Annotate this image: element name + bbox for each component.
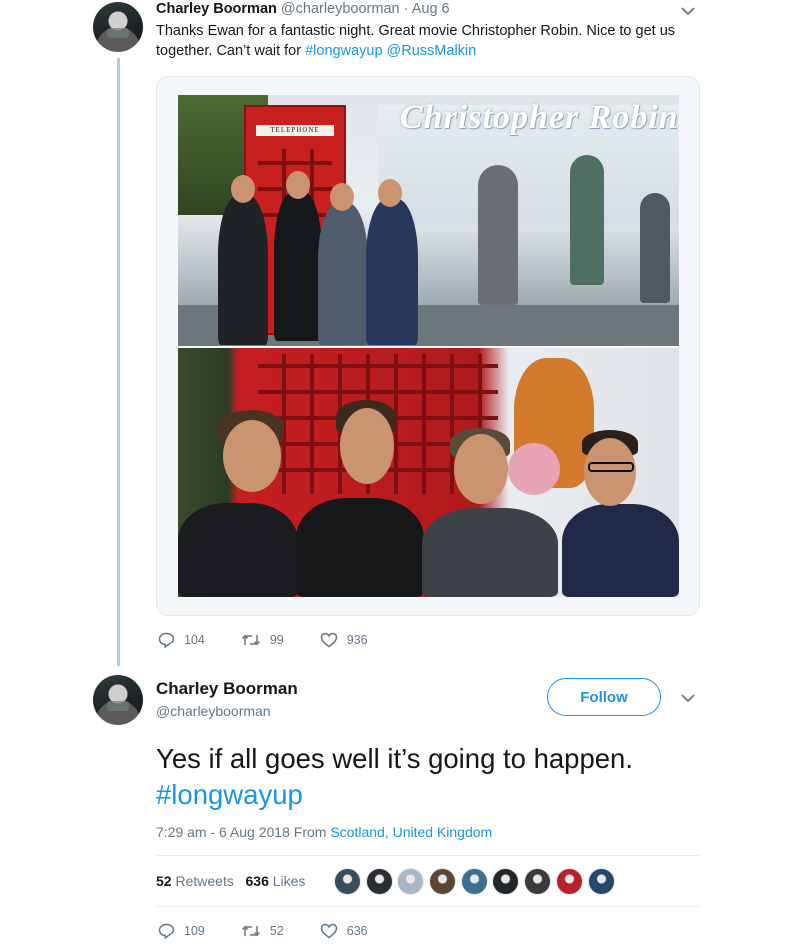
liker-avatar[interactable]	[492, 868, 520, 895]
like-count: 936	[346, 633, 368, 647]
tweet-timestamp: 7:29 am - 6 Aug 2018 From Scotland, Unit…	[156, 824, 492, 840]
divider	[156, 906, 700, 907]
retweets-stat-count: 52	[156, 873, 172, 889]
author-name[interactable]: Charley Boorman	[156, 679, 298, 699]
reply-icon	[158, 923, 175, 939]
retweet-button[interactable]: 52	[241, 924, 284, 938]
tweet-time[interactable]: 7:29 am - 6 Aug 2018	[156, 824, 290, 840]
tweet-text-plain: Yes if all goes well it’s going to happe…	[156, 743, 633, 774]
separator-dot: ·	[403, 1, 409, 17]
retweet-icon	[241, 925, 260, 937]
liker-avatar[interactable]	[524, 868, 552, 895]
likes-stat[interactable]: 636 Likes	[246, 873, 306, 889]
from-label: From	[293, 824, 327, 840]
banner-text: Christopher Robin	[400, 99, 679, 136]
heart-icon	[320, 923, 338, 939]
avatar[interactable]	[93, 2, 143, 52]
location-link[interactable]: Scotland, United Kingdom	[330, 824, 492, 840]
reply-count: 109	[184, 924, 205, 938]
retweet-icon	[241, 634, 260, 646]
liker-avatar[interactable]	[460, 868, 488, 895]
tweet-text: Yes if all goes well it’s going to happe…	[156, 741, 756, 813]
like-button[interactable]: 936	[320, 632, 368, 648]
follow-button[interactable]: Follow	[547, 678, 661, 716]
photo-bottom	[178, 348, 679, 597]
liker-avatar[interactable]	[555, 868, 583, 895]
reply-icon	[158, 632, 175, 648]
tweet-header: Charley Boorman @charleyboorman · Aug 6	[156, 1, 450, 17]
retweets-stat[interactable]: 52 Retweets	[156, 873, 234, 889]
liker-avatar[interactable]	[365, 868, 393, 895]
liker-avatar[interactable]	[429, 868, 457, 895]
tweet-date[interactable]: Aug 6	[412, 1, 450, 17]
liker-avatar[interactable]	[334, 868, 361, 895]
like-count: 636	[346, 924, 368, 938]
author-handle[interactable]: @charleyboorman	[156, 703, 271, 719]
author-name[interactable]: Charley Boorman	[156, 1, 277, 17]
liker-avatars	[334, 868, 619, 895]
photo-top: Christopher Robin TELEPHONE	[178, 95, 679, 346]
chevron-down-icon[interactable]	[678, 688, 698, 708]
retweet-count: 52	[269, 924, 284, 938]
author-handle[interactable]: @charleyboorman	[281, 1, 400, 17]
retweets-stat-label: Retweets	[175, 873, 234, 889]
thread-connector-line	[117, 58, 120, 666]
booth-sign: TELEPHONE	[256, 125, 334, 136]
avatar[interactable]	[93, 675, 143, 725]
chevron-down-icon[interactable]	[678, 1, 698, 21]
tweet-actions: 109 52 636	[158, 923, 404, 939]
tweet-media[interactable]: Christopher Robin TELEPHONE	[156, 76, 700, 616]
tweet-stats: 52 Retweets 636 Likes	[156, 873, 305, 889]
reply-button[interactable]: 104	[158, 632, 205, 648]
hashtag-link[interactable]: #longwayup	[305, 43, 382, 59]
like-button[interactable]: 636	[320, 923, 368, 939]
divider	[156, 855, 700, 856]
retweet-count: 99	[269, 633, 284, 647]
likes-stat-count: 636	[245, 873, 269, 889]
liker-avatar[interactable]	[397, 868, 425, 895]
liker-avatar[interactable]	[587, 868, 615, 895]
reply-count: 104	[184, 633, 205, 647]
hashtag-link[interactable]: #longwayup	[156, 779, 303, 810]
tweet-actions: 104 99 936	[158, 632, 404, 648]
likes-stat-label: Likes	[272, 873, 306, 889]
retweet-button[interactable]: 99	[241, 633, 284, 647]
mention-link[interactable]: @RussMalkin	[387, 43, 477, 59]
reply-button[interactable]: 109	[158, 923, 205, 939]
heart-icon	[320, 632, 338, 648]
tweet-text: Thanks Ewan for a fantastic night. Great…	[156, 21, 701, 61]
